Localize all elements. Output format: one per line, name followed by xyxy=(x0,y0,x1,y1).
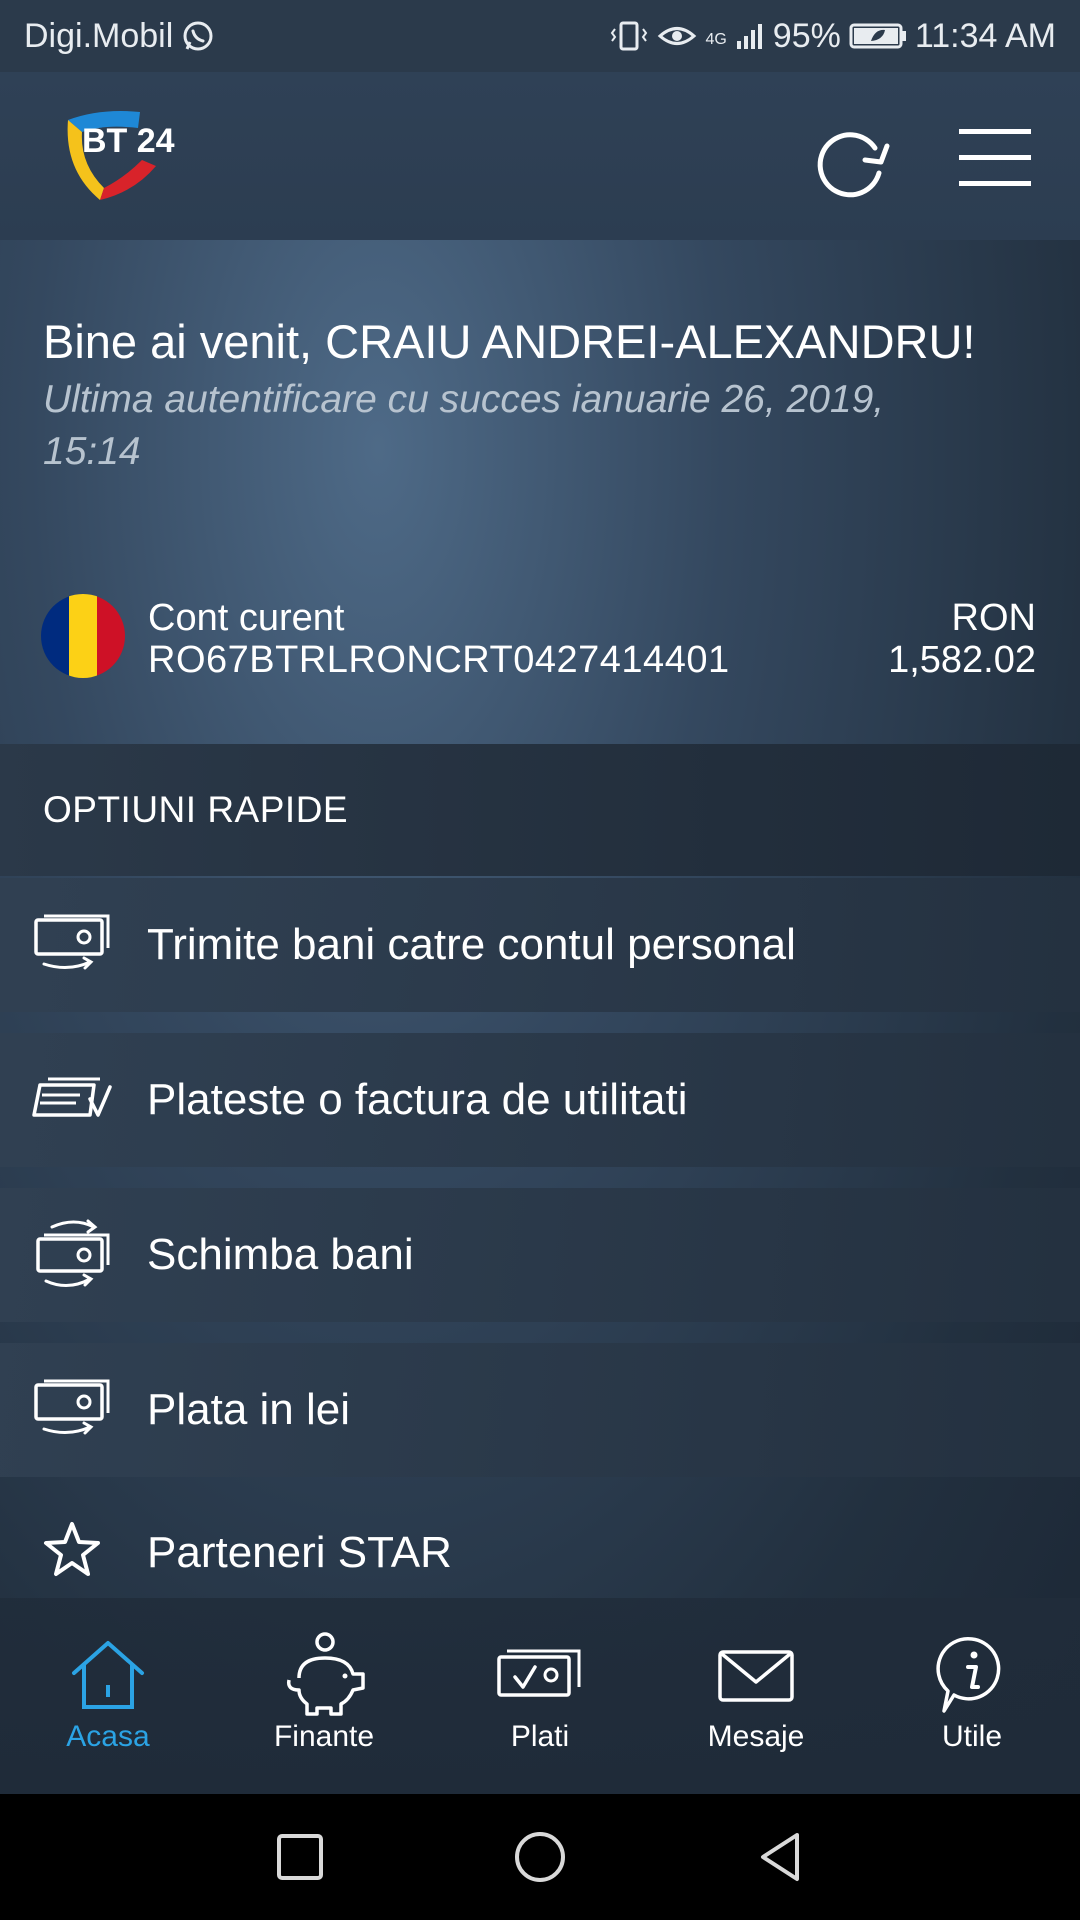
nav-label: Plati xyxy=(510,1720,570,1753)
welcome-title: Bine ai venit, CRAIU ANDREI-ALEXANDRU! xyxy=(43,315,976,368)
eye-icon xyxy=(657,21,697,51)
option-label: Plateste o factura de utilitati xyxy=(147,1075,688,1124)
signal-icon xyxy=(735,21,765,51)
home-icon xyxy=(58,1630,158,1720)
nav-label: Acasa xyxy=(66,1720,150,1753)
status-bar: Digi.Mobil 4G 95% 11:34 AM xyxy=(0,0,1080,72)
app-header: BT 24 xyxy=(0,72,1080,240)
option-exchange-money[interactable]: Schimba bani xyxy=(0,1188,1080,1322)
option-label: Plata in lei xyxy=(147,1385,351,1434)
payment-lei-icon xyxy=(30,1368,114,1452)
envelope-icon xyxy=(706,1630,806,1720)
vibrate-icon xyxy=(609,19,649,53)
recent-apps-button[interactable] xyxy=(265,1822,335,1892)
hamburger-menu-icon xyxy=(959,129,1031,186)
system-navigation-bar xyxy=(0,1794,1080,1920)
option-label: Parteneri STAR xyxy=(147,1528,452,1577)
welcome-section: Bine ai venit, CRAIU ANDREI-ALEXANDRU! U… xyxy=(43,312,1043,478)
money-transfer-icon xyxy=(30,903,114,987)
bottom-navigation: Acasa Finante Plati Mesaje Utile xyxy=(0,1598,1080,1794)
quick-options-header: OPTIUNI RAPIDE xyxy=(0,744,1080,876)
account-name: Cont curent xyxy=(148,597,345,639)
clock: 11:34 AM xyxy=(914,16,1056,55)
romania-flag-icon xyxy=(41,594,125,678)
option-label: Schimba bani xyxy=(147,1230,414,1279)
last-login-text: Ultima autentificare cu succes ianuarie … xyxy=(43,378,885,473)
nav-label: Finante xyxy=(273,1720,375,1753)
whatsapp-icon xyxy=(181,19,215,53)
nav-messages[interactable]: Mesaje xyxy=(648,1598,864,1794)
bt24-logo: BT 24 xyxy=(60,100,210,210)
currency-exchange-icon xyxy=(30,1213,114,1297)
menu-button[interactable] xyxy=(955,118,1035,198)
option-pay-utility-bill[interactable]: Plateste o factura de utilitati xyxy=(0,1033,1080,1167)
nav-home[interactable]: Acasa xyxy=(0,1598,216,1794)
option-send-money-personal[interactable]: Trimite bani catre contul personal xyxy=(0,878,1080,1012)
carrier-label: Digi.Mobil xyxy=(24,16,174,55)
square-icon xyxy=(277,1834,323,1880)
payments-icon xyxy=(490,1630,590,1720)
quick-options-title: OPTIUNI RAPIDE xyxy=(43,789,349,830)
account-balance: 1,582.02 xyxy=(888,639,1036,681)
option-payment-lei[interactable]: Plata in lei xyxy=(0,1343,1080,1477)
battery-percent: 95% xyxy=(772,16,841,55)
network-type: 4G xyxy=(705,30,727,48)
nav-payments[interactable]: Plati xyxy=(432,1598,648,1794)
piggy-bank-icon xyxy=(274,1630,374,1720)
status-left: Digi.Mobil xyxy=(24,17,215,56)
battery-icon xyxy=(849,21,907,51)
back-button[interactable] xyxy=(745,1822,815,1892)
account-card[interactable]: Cont curent RO67BTRLRONCRT0427414401 RON… xyxy=(0,586,1080,690)
status-right: 4G 95% 11:34 AM xyxy=(609,17,1056,56)
circle-icon xyxy=(515,1832,565,1882)
nav-finances[interactable]: Finante xyxy=(216,1598,432,1794)
account-iban: RO67BTRLRONCRT0427414401 xyxy=(148,639,730,681)
star-icon xyxy=(30,1508,114,1592)
option-star-partners[interactable]: Parteneri STAR xyxy=(0,1498,1080,1598)
info-icon xyxy=(922,1630,1022,1720)
logo-text: BT 24 xyxy=(82,122,175,160)
home-button[interactable] xyxy=(505,1822,575,1892)
refresh-icon xyxy=(817,132,890,198)
bill-payment-icon xyxy=(30,1058,114,1142)
nav-label: Mesaje xyxy=(707,1720,805,1753)
nav-useful[interactable]: Utile xyxy=(864,1598,1080,1794)
refresh-button[interactable] xyxy=(805,118,895,208)
nav-label: Utile xyxy=(941,1720,1002,1753)
option-label: Trimite bani catre contul personal xyxy=(147,920,796,969)
account-currency: RON xyxy=(951,597,1036,639)
back-triangle-icon xyxy=(761,1833,799,1881)
